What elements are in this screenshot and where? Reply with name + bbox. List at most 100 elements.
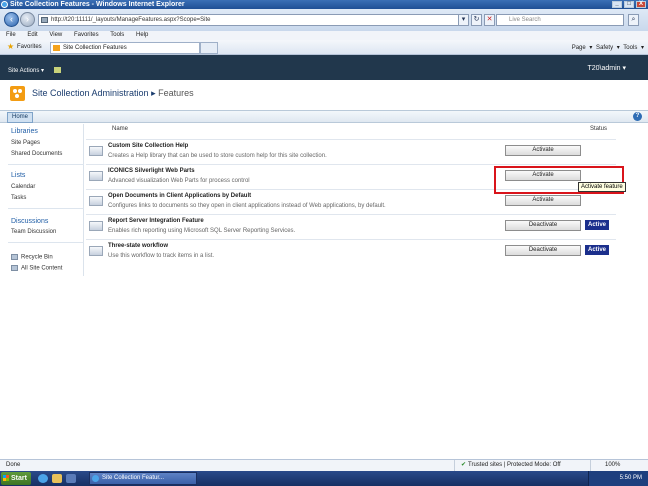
menu-favorites[interactable]: Favorites — [74, 32, 99, 38]
feature-title: Report Server Integration Feature — [108, 218, 204, 224]
taskbar-task-label: Site Collection Featur... — [102, 475, 165, 481]
home-tab[interactable]: Home — [7, 112, 34, 123]
menu-edit[interactable]: Edit — [27, 32, 37, 38]
favorites-button[interactable]: Favorites — [17, 44, 42, 50]
ie-logo-icon — [1, 1, 8, 8]
site-actions-label: Site Actions ▾ — [8, 68, 45, 74]
breadcrumb: Site Collection Administration ▸ Feature… — [32, 88, 194, 99]
nav-calendar[interactable]: Calendar — [11, 184, 35, 190]
feature-description: Use this workflow to track items in a li… — [108, 253, 215, 259]
maximize-button[interactable]: □ — [624, 1, 634, 8]
powershell-quicklaunch-icon[interactable] — [66, 474, 76, 483]
feature-icon — [89, 146, 103, 156]
feature-icon — [89, 196, 103, 206]
favorites-star-icon[interactable]: ★ — [7, 43, 14, 51]
favorites-bar: ★ Favorites Site Collection Features Pag… — [0, 40, 648, 55]
feature-description: Creates a Help library that can be used … — [108, 153, 327, 159]
zone-text: Trusted sites | Protected Mode: Off — [468, 462, 561, 468]
windows-logo-icon — [3, 475, 9, 481]
column-name-header: Name — [112, 126, 129, 132]
feature-icon — [89, 246, 103, 256]
status-badge: Active — [585, 220, 609, 230]
sharepoint-tab-icon — [53, 45, 60, 51]
feature-icon — [89, 221, 103, 231]
nav-all-site-content[interactable]: All Site Content — [11, 265, 62, 272]
feature-title: Three-state workflow — [108, 243, 169, 249]
zoom-control[interactable]: 100% — [590, 460, 648, 471]
address-bar[interactable]: http://t20:11111/_layouts/ManageFeatures… — [38, 14, 466, 26]
site-actions-menu[interactable]: Site Actions ▾ — [8, 67, 61, 74]
address-url: http://t20:11111/_layouts/ManageFeatures… — [51, 17, 211, 23]
stop-button[interactable]: ✕ — [484, 14, 495, 26]
top-navigation: Home ? — [0, 110, 648, 123]
search-input[interactable]: Live Search — [496, 14, 624, 26]
browser-tab[interactable]: Site Collection Features — [50, 42, 200, 54]
refresh-button[interactable]: ↻ — [471, 14, 482, 26]
status-bar: Done ✔ Trusted sites | Protected Mode: Of… — [0, 459, 648, 471]
help-icon[interactable]: ? — [633, 112, 642, 121]
address-dropdown-button[interactable]: ▾ — [458, 14, 469, 26]
feature-title: ICONICS Silverlight Web Parts — [108, 168, 195, 174]
ie-task-icon — [92, 475, 99, 482]
nav-lists[interactable]: Lists — [11, 172, 25, 179]
recycle-bin-label: Recycle Bin — [21, 254, 53, 261]
tab-title: Site Collection Features — [63, 45, 127, 51]
deactivate-button[interactable]: Deactivate — [505, 220, 581, 231]
command-bar[interactable]: Page ▾ Safety ▾ Tools ▾ — [572, 44, 644, 51]
address-toolbar: ‹ › http://t20:11111/_layouts/ManageFeat… — [0, 9, 648, 31]
deactivate-button[interactable]: Deactivate — [505, 245, 581, 256]
close-window-button[interactable]: X — [636, 1, 646, 8]
feature-icon — [89, 171, 103, 181]
breadcrumb-current: Features — [158, 88, 194, 98]
feature-title: Custom Site Collection Help — [108, 143, 189, 149]
nav-site-pages[interactable]: Site Pages — [11, 140, 40, 146]
menu-view[interactable]: View — [49, 32, 62, 38]
start-label: Start — [11, 475, 27, 482]
ie-quicklaunch-icon[interactable] — [38, 474, 48, 483]
feature-row: Report Server Integration Feature Enable… — [86, 214, 616, 239]
column-status-header: Status — [590, 126, 608, 132]
feature-row: Custom Site Collection Help Creates a He… — [86, 139, 616, 164]
taskbar-ie-window[interactable]: Site Collection Featur... — [89, 472, 197, 485]
start-button[interactable]: Start — [1, 472, 31, 485]
breadcrumb-root[interactable]: Site Collection Administration — [32, 88, 149, 98]
search-icon[interactable]: ⌕ — [628, 14, 639, 26]
nav-tasks[interactable]: Tasks — [11, 195, 26, 201]
menu-tools[interactable]: Tools — [110, 32, 124, 38]
nav-libraries[interactable]: Libraries — [11, 128, 38, 135]
nav-shared-documents[interactable]: Shared Documents — [11, 151, 62, 157]
forward-button[interactable]: › — [20, 12, 35, 27]
window-title-bar: Site Collection Features - Windows Inter… — [0, 0, 648, 9]
site-logo-icon — [10, 86, 25, 101]
edit-page-icon[interactable] — [53, 67, 61, 74]
search-placeholder: Live Search — [509, 17, 541, 23]
nav-recycle-bin[interactable]: Recycle Bin — [11, 254, 53, 261]
all-site-content-label: All Site Content — [21, 265, 63, 272]
menu-bar: File Edit View Favorites Tools Help — [0, 31, 648, 40]
feature-title: Open Documents in Client Applications by… — [108, 193, 252, 199]
sharepoint-ribbon: Site Actions ▾ T20\admin ▾ — [0, 55, 648, 80]
all-site-content-icon — [11, 265, 18, 271]
quick-launch: Libraries Site Pages Shared Documents Li… — [8, 124, 84, 276]
nav-discussions[interactable]: Discussions — [11, 218, 48, 225]
system-tray: 5:50 PM — [588, 471, 648, 486]
status-badge: Active — [585, 245, 609, 255]
security-zone[interactable]: ✔ Trusted sites | Protected Mode: Off — [454, 460, 584, 471]
explorer-quicklaunch-icon[interactable] — [52, 474, 62, 483]
page-icon — [41, 17, 48, 23]
trusted-check-icon: ✔ — [461, 462, 467, 468]
nav-team-discussion[interactable]: Team Discussion — [11, 229, 56, 235]
menu-help[interactable]: Help — [136, 32, 148, 38]
feature-row: Three-state workflow Use this workflow t… — [86, 239, 616, 264]
menu-file[interactable]: File — [6, 32, 16, 38]
new-tab-button[interactable] — [200, 42, 218, 54]
site-header: Site Collection Administration ▸ Feature… — [0, 80, 648, 110]
minimize-button[interactable]: _ — [612, 1, 622, 8]
back-button[interactable]: ‹ — [4, 12, 19, 27]
activate-button[interactable]: Activate — [505, 195, 581, 206]
user-menu[interactable]: T20\admin ▾ — [587, 64, 626, 72]
breadcrumb-separator: ▸ — [151, 88, 156, 98]
activate-button[interactable]: Activate — [505, 145, 581, 156]
feature-description: Enables rich reporting using Microsoft S… — [108, 228, 296, 234]
clock[interactable]: 5:50 PM — [620, 475, 642, 481]
